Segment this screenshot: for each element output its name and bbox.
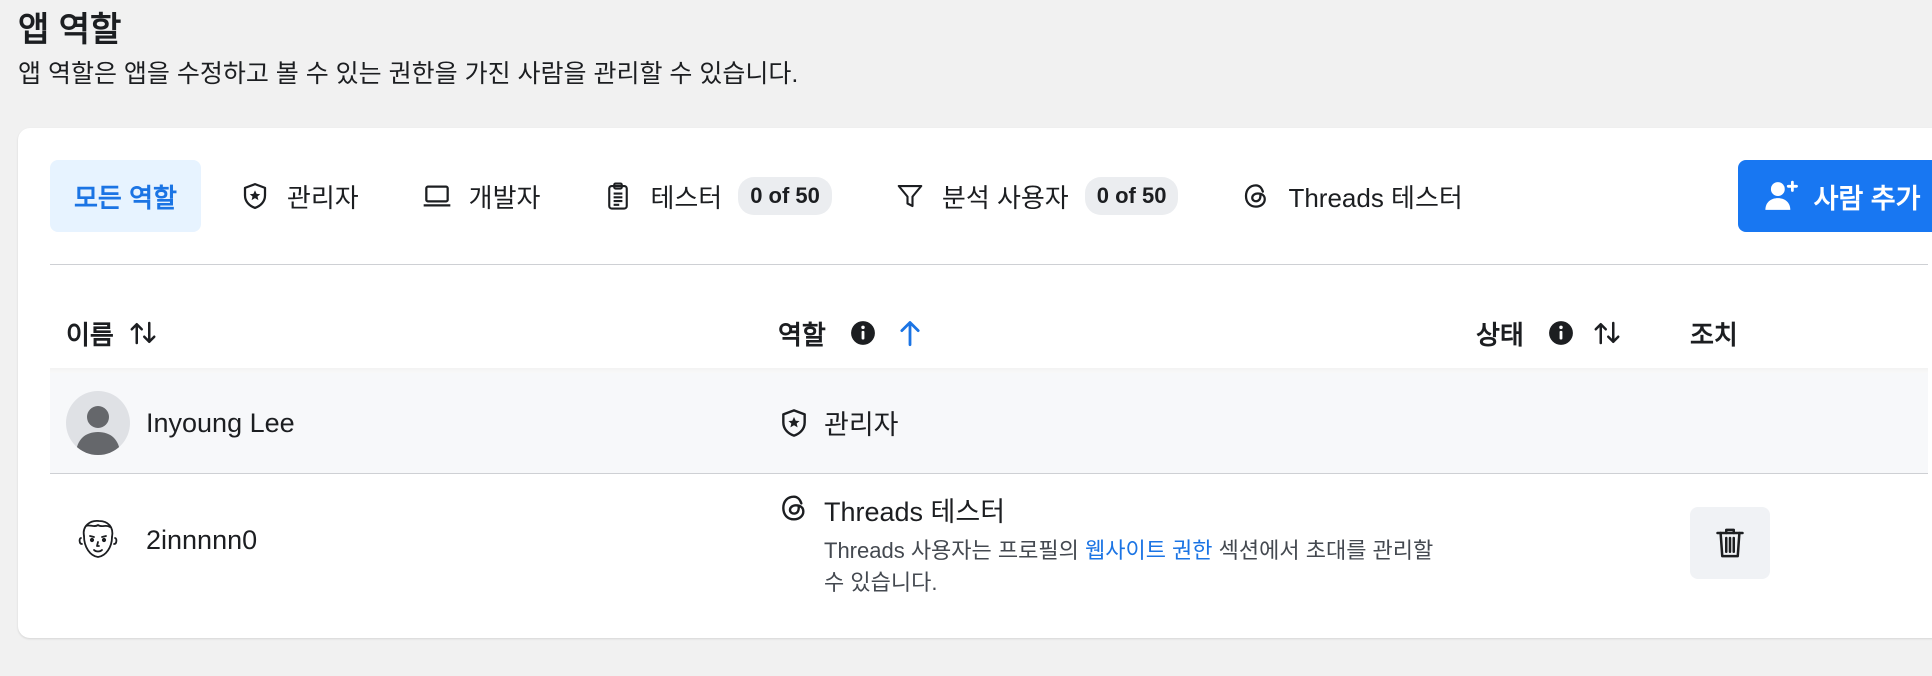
actions-cell: [1690, 507, 1770, 579]
add-person-button[interactable]: 사람 추가: [1738, 160, 1932, 232]
tab-label: 개발자: [468, 182, 541, 213]
sort-both-icon[interactable]: [128, 320, 158, 346]
column-role-header[interactable]: 역할: [778, 298, 922, 368]
table-row: 2innnnn0 Threads 테스터 Threads 사용자는 프로필의 웹…: [50, 474, 1928, 612]
tab-label: 모든 역할: [74, 182, 177, 213]
table-row: Inyoung Lee 관리자: [50, 373, 1928, 474]
column-name-header[interactable]: 이름: [66, 298, 158, 368]
column-status-header[interactable]: 상태: [1476, 298, 1622, 368]
tab-developer[interactable]: 개발자: [397, 160, 565, 232]
filter-icon: [894, 180, 926, 212]
threads-icon: [1240, 180, 1272, 212]
tab-threads-tester[interactable]: Threads 테스터: [1216, 160, 1486, 232]
name-cell: 2innnnn0: [66, 508, 257, 572]
column-actions-label: 조치: [1690, 319, 1738, 350]
app-roles-page: 앱 역할 앱 역할은 앱을 수정하고 볼 수 있는 권한을 가진 사람을 관리할…: [0, 0, 1932, 676]
table-header: 이름 역할 상태 조치: [50, 298, 1928, 368]
tab-label: 테스터: [650, 182, 723, 213]
avatar: [66, 391, 130, 455]
user-name: 2innnnn0: [146, 524, 258, 555]
clipboard-icon: [602, 180, 634, 212]
trash-icon: [1715, 526, 1745, 560]
page-title: 앱 역할: [18, 11, 122, 49]
tab-label: Threads 테스터: [1288, 182, 1463, 213]
name-cell: Inyoung Lee: [66, 391, 295, 455]
sort-both-icon[interactable]: [1592, 320, 1622, 346]
role-cell: 관리자: [778, 403, 899, 442]
tabs-divider: [50, 264, 1928, 265]
add-person-icon: [1764, 179, 1800, 213]
tab-label: 관리자: [286, 182, 359, 213]
tab-admin[interactable]: 관리자: [215, 160, 383, 232]
delete-button[interactable]: [1690, 507, 1770, 579]
tab-all-roles[interactable]: 모든 역할: [50, 160, 201, 232]
tester-count-badge: 0 of 50: [738, 177, 832, 215]
website-permissions-link[interactable]: 웹사이트 권한: [1085, 538, 1213, 563]
add-person-label: 사람 추가: [1813, 183, 1921, 214]
role-note: Threads 사용자는 프로필의 웹사이트 권한 섹션에서 초대를 관리할 수…: [824, 535, 1444, 599]
role-label: 관리자: [824, 410, 899, 440]
role-tabs: 모든 역할 관리자 개발자 테스터 0 of 50 분석 사용자 0 of 50…: [50, 160, 1501, 232]
column-role-label: 역할: [778, 319, 826, 350]
info-icon[interactable]: [850, 320, 876, 346]
avatar: [66, 508, 130, 572]
role-cell: Threads 테스터 Threads 사용자는 프로필의 웹사이트 권한 섹션…: [778, 490, 1444, 599]
info-icon[interactable]: [1548, 320, 1574, 346]
role-note-text: Threads 사용자는 프로필의: [824, 538, 1085, 563]
tab-analytics-user[interactable]: 분석 사용자 0 of 50: [870, 160, 1203, 232]
threads-icon: [778, 492, 810, 524]
user-name: Inyoung Lee: [146, 407, 295, 438]
role-label: Threads 테스터: [824, 497, 1006, 527]
role-details: Threads 테스터 Threads 사용자는 프로필의 웹사이트 권한 섹션…: [824, 490, 1444, 599]
column-status-label: 상태: [1476, 319, 1524, 350]
column-name-label: 이름: [66, 319, 114, 350]
roles-card: 모든 역할 관리자 개발자 테스터 0 of 50 분석 사용자 0 of 50…: [18, 128, 1932, 638]
shield-star-icon: [239, 180, 271, 212]
column-actions-header: 조치: [1690, 298, 1738, 368]
tab-label: 분석 사용자: [941, 182, 1069, 213]
tab-tester[interactable]: 테스터 0 of 50: [578, 160, 855, 232]
shield-star-icon: [778, 407, 810, 439]
page-description: 앱 역할은 앱을 수정하고 볼 수 있는 권한을 가진 사람을 관리할 수 있습…: [18, 60, 799, 88]
laptop-icon: [421, 180, 453, 212]
analytics-count-badge: 0 of 50: [1084, 177, 1179, 215]
sort-ascending-icon[interactable]: [898, 319, 922, 347]
